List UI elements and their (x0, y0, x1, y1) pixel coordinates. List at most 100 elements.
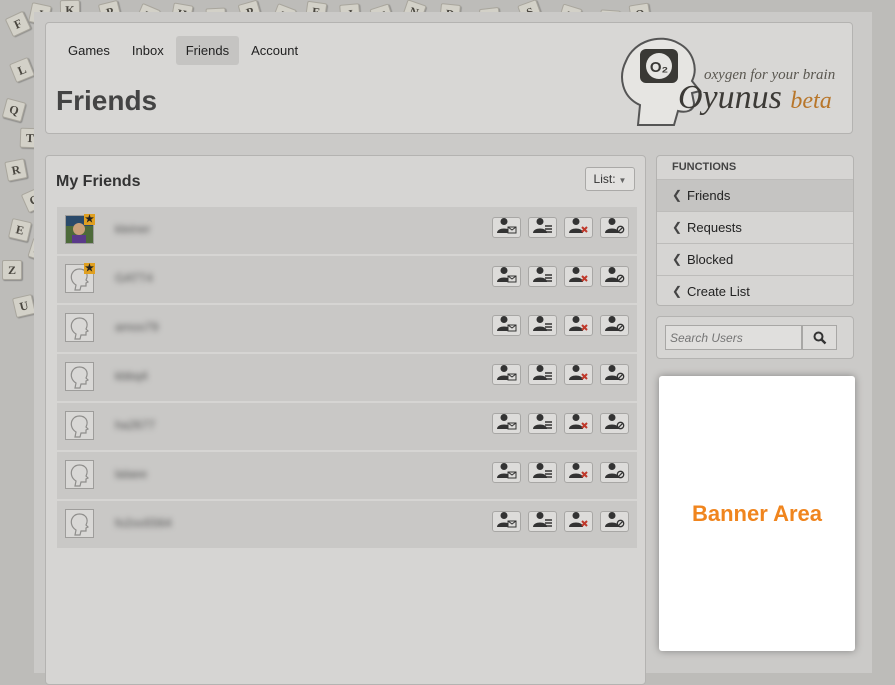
message-friend-button[interactable] (492, 266, 521, 287)
header: Games Inbox Friends Account Friends O₂ o… (45, 22, 853, 134)
remove-friend-button[interactable] (564, 266, 593, 287)
block-user-button[interactable] (600, 413, 629, 434)
nav-friends[interactable]: Friends (175, 36, 240, 65)
remove-friend-button[interactable] (564, 315, 593, 336)
function-create-list[interactable]: ❮ Create List (657, 275, 853, 305)
list-user-icon (532, 217, 553, 239)
function-label: Create List (687, 284, 750, 299)
friend-row[interactable]: ★ kleiner (57, 207, 637, 254)
block-user-icon (604, 364, 625, 386)
add-to-list-button[interactable] (528, 511, 557, 532)
add-to-list-button[interactable] (528, 266, 557, 287)
function-label: Friends (687, 188, 731, 203)
block-user-button[interactable] (600, 462, 629, 483)
friend-username[interactable]: fo2oo5564 (115, 516, 172, 530)
add-to-list-button[interactable] (528, 217, 557, 238)
avatar[interactable] (65, 362, 94, 391)
friend-username[interactable]: lalaee (115, 467, 147, 481)
scrabble-tile: U (12, 294, 36, 318)
friend-row[interactable]: lalaee (57, 452, 637, 499)
nav-games[interactable]: Games (58, 36, 120, 65)
friend-username[interactable]: ha2677 (115, 418, 155, 432)
chevron-left-icon: ❮ (672, 284, 683, 298)
list-user-icon (532, 266, 553, 288)
friend-row[interactable]: fo2oo5564 (57, 501, 637, 548)
friend-username[interactable]: kleiner (115, 222, 150, 236)
message-user-icon (496, 217, 517, 239)
nav-inbox[interactable]: Inbox (122, 36, 174, 65)
friend-row[interactable]: ha2677 (57, 403, 637, 450)
add-to-list-button[interactable] (528, 364, 557, 385)
message-friend-button[interactable] (492, 364, 521, 385)
banner-area: Banner Area (659, 376, 855, 651)
add-to-list-button[interactable] (528, 315, 557, 336)
block-user-button[interactable] (600, 511, 629, 532)
friends-title: My Friends (56, 173, 141, 190)
block-user-button[interactable] (600, 364, 629, 385)
avatar[interactable] (65, 509, 94, 538)
friend-username[interactable]: amoo79 (115, 320, 158, 334)
logo-name: Oyunus beta (678, 79, 832, 117)
function-label: Blocked (687, 252, 734, 267)
block-user-icon (604, 511, 625, 533)
friend-actions (492, 266, 629, 287)
add-to-list-button[interactable] (528, 462, 557, 483)
friend-actions (492, 217, 629, 238)
logo-beta: beta (790, 88, 832, 114)
remove-user-icon (568, 462, 589, 484)
message-friend-button[interactable] (492, 413, 521, 434)
block-user-icon (604, 462, 625, 484)
friend-row[interactable]: amoo79 (57, 305, 637, 352)
search-users-input[interactable] (665, 325, 802, 350)
chevron-left-icon: ❮ (672, 188, 683, 202)
scrabble-tile: Q (1, 97, 27, 123)
list-user-icon (532, 413, 553, 435)
remove-friend-button[interactable] (564, 413, 593, 434)
scrabble-tile: L (8, 56, 36, 84)
friend-actions (492, 462, 629, 483)
avatar[interactable] (65, 411, 94, 440)
functions-panel: FUNCTIONS ❮ Friends ❮ Requests ❮ Blocked ❮ C… (656, 155, 854, 306)
oyunus-logo[interactable]: O₂ oxygen for your brain Oyunus beta (608, 27, 848, 131)
friend-row[interactable]: kbbq4 (57, 354, 637, 401)
friend-username[interactable]: kbbq4 (115, 369, 148, 383)
list-dropdown-button[interactable]: List: ▼ (585, 167, 635, 191)
list-user-icon (532, 511, 553, 533)
friend-actions (492, 315, 629, 336)
scrabble-tile: R (4, 158, 28, 182)
block-user-icon (604, 266, 625, 288)
block-user-icon (604, 217, 625, 239)
friend-row[interactable]: ★ GATT4 (57, 256, 637, 303)
friends-list: ★ kleiner ★ GATT4 amoo79 kbbq4 ha2677 lalaee fo2… (57, 207, 637, 550)
remove-friend-button[interactable] (564, 364, 593, 385)
remove-friend-button[interactable] (564, 462, 593, 483)
remove-friend-button[interactable] (564, 217, 593, 238)
add-to-list-button[interactable] (528, 413, 557, 434)
function-blocked[interactable]: ❮ Blocked (657, 243, 853, 275)
message-friend-button[interactable] (492, 315, 521, 336)
block-user-button[interactable] (600, 217, 629, 238)
block-user-button[interactable] (600, 266, 629, 287)
avatar[interactable]: ★ (65, 263, 95, 293)
remove-friend-button[interactable] (564, 511, 593, 532)
block-user-button[interactable] (600, 315, 629, 336)
message-friend-button[interactable] (492, 511, 521, 532)
nav-account[interactable]: Account (241, 36, 308, 65)
function-requests[interactable]: ❮ Requests (657, 211, 853, 243)
chevron-left-icon: ❮ (672, 220, 683, 234)
banner-label: Banner Area (691, 500, 822, 526)
function-friends[interactable]: ❮ Friends (657, 179, 853, 211)
avatar[interactable] (65, 313, 94, 342)
avatar[interactable]: ★ (65, 214, 95, 244)
message-friend-button[interactable] (492, 217, 521, 238)
search-icon (813, 331, 826, 344)
remove-user-icon (568, 413, 589, 435)
remove-user-icon (568, 315, 589, 337)
friend-actions (492, 413, 629, 434)
avatar[interactable] (65, 460, 94, 489)
remove-user-icon (568, 511, 589, 533)
friend-username[interactable]: GATT4 (115, 271, 153, 285)
search-button[interactable] (802, 325, 837, 350)
page-title: Friends (56, 85, 158, 116)
message-friend-button[interactable] (492, 462, 521, 483)
